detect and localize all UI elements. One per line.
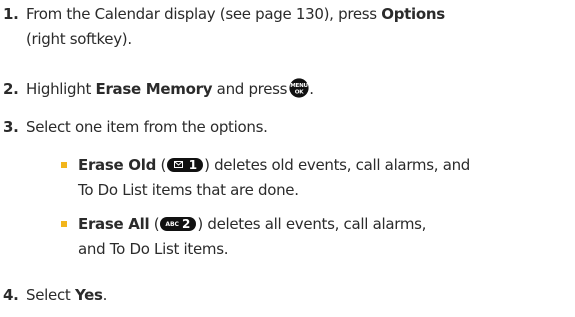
key-abc-text: ABC: [165, 221, 179, 228]
option-line: Erase All (ABC 2) deletes all events, cal…: [78, 212, 573, 237]
step-text-prefix: From the Calendar display (see page 130)…: [26, 5, 382, 23]
option-line: Erase Old (1 ) deletes old events, call a…: [78, 153, 573, 178]
step-number: 2.: [3, 80, 19, 98]
instruction-page: 1. From the Calendar display (see page 1…: [0, 0, 575, 317]
option-line: and To Do List items.: [78, 240, 229, 258]
menu-ok-bottom-text: OK: [295, 90, 304, 96]
step-text: From the Calendar display (see page 130)…: [26, 2, 573, 52]
bullet-square-icon: [61, 221, 67, 227]
erase-memory-label: Erase Memory: [95, 80, 213, 98]
erase-old-label: Erase Old: [78, 156, 157, 174]
step-text-prefix: Select: [26, 286, 75, 304]
option-text: Erase Old (1 ) deletes old events, call a…: [78, 153, 573, 203]
step-text: Select one item from the options.: [26, 118, 268, 136]
option-description: ) deletes all events, call alarms,: [197, 215, 427, 233]
option-line: To Do List items that are done.: [78, 181, 299, 199]
menu-ok-icon: MENU OK: [289, 78, 309, 98]
step-text: Select Yes.: [26, 283, 573, 308]
options-key-name: Options: [381, 5, 445, 23]
envelope-key-1-icon: 1: [167, 158, 204, 172]
erase-all-label: Erase All: [78, 215, 150, 233]
key-number: 2: [181, 217, 191, 231]
key-number: 1: [188, 158, 198, 172]
step-text-suffix: and press: [212, 80, 288, 98]
step-line: From the Calendar display (see page 130)…: [26, 2, 573, 27]
step-text: Highlight Erase Memory and press MENU OK…: [26, 77, 573, 102]
option-text: Erase All (ABC 2) deletes all events, cal…: [78, 212, 573, 262]
yes-label: Yes: [74, 286, 103, 304]
bullet-square-icon: [61, 162, 67, 168]
step-number: 4.: [3, 286, 19, 304]
option-paren-open: (: [156, 156, 167, 174]
option-paren-open: (: [149, 215, 160, 233]
option-description: ) deletes old events, call alarms, and: [204, 156, 471, 174]
step-text-prefix: Highlight: [26, 80, 96, 98]
step-number: 1.: [3, 5, 19, 23]
abc-key-2-icon: ABC 2: [160, 217, 197, 231]
step-text-suffix: .: [102, 286, 108, 304]
step-number: 3.: [3, 118, 19, 136]
envelope-icon: [174, 161, 184, 168]
menu-ok-top-text: MENU: [290, 83, 308, 89]
step-line: (right softkey).: [26, 30, 132, 48]
step-text-end: .: [309, 80, 314, 98]
